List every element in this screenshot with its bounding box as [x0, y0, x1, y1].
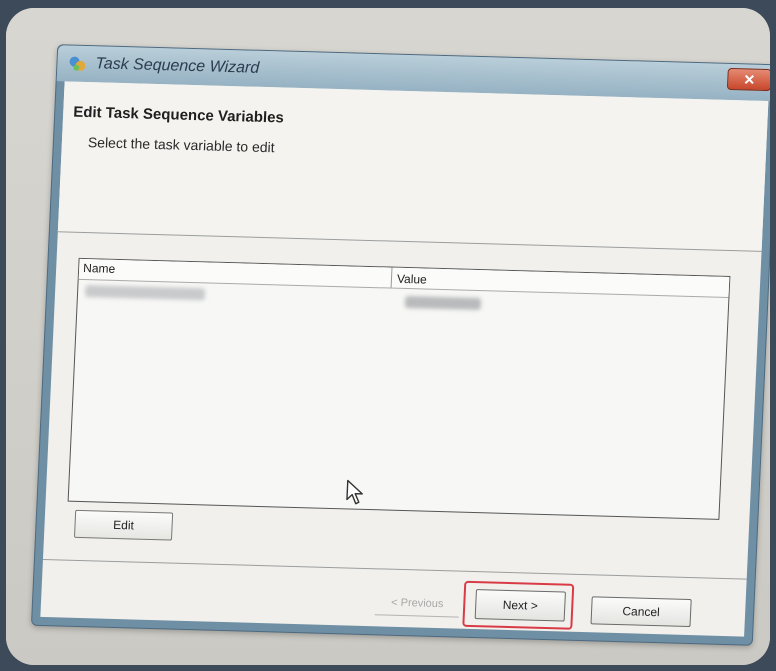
close-icon: ✕ — [743, 71, 756, 88]
task-sequence-wizard-dialog: Task Sequence Wizard ✕ Edit Task Sequenc… — [30, 44, 770, 646]
redacted-variable-name — [84, 285, 206, 301]
window-title: Task Sequence Wizard — [95, 55, 260, 77]
page-subtitle: Select the task variable to edit — [87, 134, 276, 156]
column-divider[interactable] — [390, 267, 393, 288]
variables-list[interactable]: Name Value — [67, 257, 731, 520]
column-header-name[interactable]: Name — [83, 261, 116, 276]
close-button[interactable]: ✕ — [726, 67, 770, 92]
mouse-cursor-icon — [346, 479, 363, 505]
photo-frame: Task Sequence Wizard ✕ Edit Task Sequenc… — [6, 8, 770, 665]
task-sequence-wizard-icon — [69, 56, 86, 71]
redacted-variable-value — [404, 295, 482, 311]
wizard-header: Edit Task Sequence Variables Select the … — [57, 81, 769, 252]
column-header-value[interactable]: Value — [397, 272, 427, 287]
edit-button[interactable]: Edit — [73, 509, 174, 541]
cancel-button[interactable]: Cancel — [590, 596, 692, 628]
footer-separator — [42, 558, 747, 580]
wizard-client-area: Edit Task Sequence Variables Select the … — [40, 81, 769, 637]
next-button-highlight — [462, 580, 575, 630]
page-title: Edit Task Sequence Variables — [72, 103, 285, 127]
previous-button[interactable]: < Previous — [374, 590, 460, 618]
